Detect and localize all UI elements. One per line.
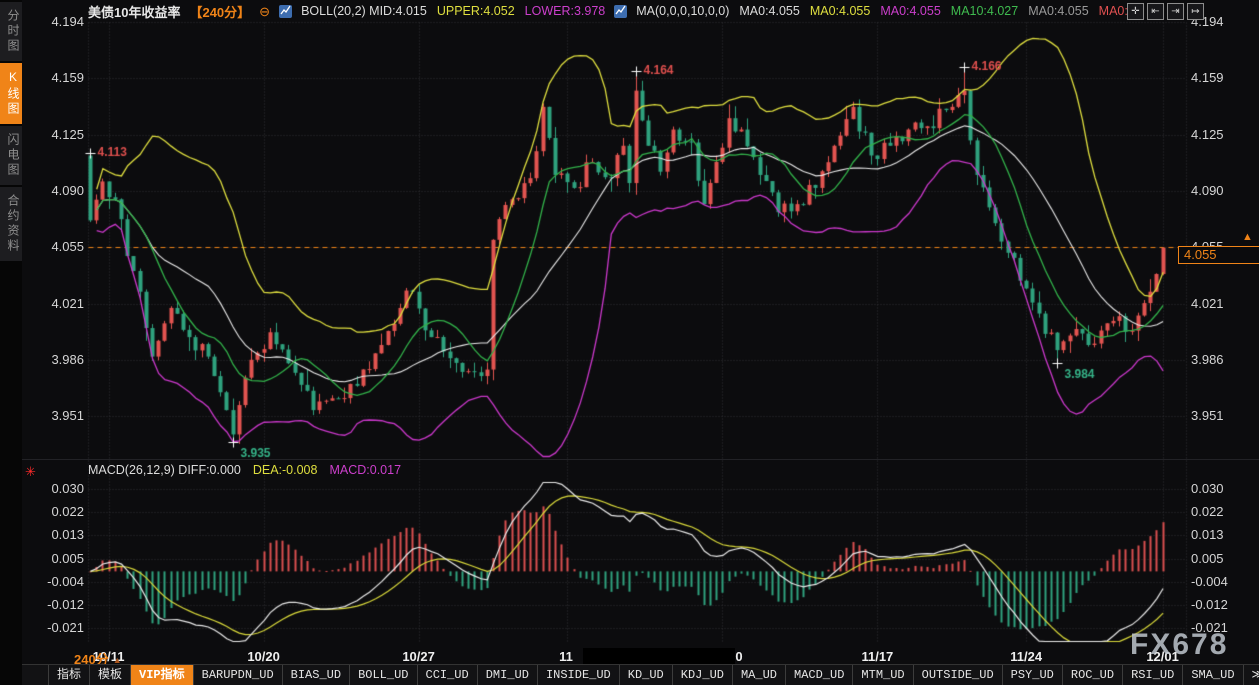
ma-value: MA0:4.055: [880, 4, 940, 18]
macd-marker-icon: ✳: [25, 464, 36, 480]
footer-tab-14[interactable]: MTM_UD: [853, 665, 913, 685]
price-axis-label: 4.194: [22, 14, 84, 29]
ma-value: MA0:4.055: [1028, 4, 1088, 18]
sidebar-item-1[interactable]: 分时图: [0, 2, 22, 61]
trading-app-window: 分时图K线图闪电图合约资料 美债10年收益率 【240分】 ⊖ BOLL(20,…: [0, 0, 1259, 685]
boll-value: BOLL(20,2) MID:4.015: [301, 4, 427, 18]
macd-axis-label: 0.022: [1191, 504, 1253, 519]
watermark: FX678: [1130, 628, 1228, 662]
sidebar-item-3[interactable]: 闪电图: [0, 126, 22, 185]
ma-value: MA0:4.055: [810, 4, 870, 18]
macd-axis-label: -0.004: [22, 574, 84, 589]
price-axis-label: 4.125: [1191, 127, 1253, 142]
price-axis-label: 4.055: [22, 239, 84, 254]
price-axis-label: 4.021: [22, 296, 84, 311]
price-axis-label: 3.986: [1191, 352, 1253, 367]
footer-tab-11[interactable]: KDJ_UD: [673, 665, 733, 685]
footer-tab-6[interactable]: BOLL_UD: [350, 665, 417, 685]
sidebar-item-4[interactable]: 合约资料: [0, 187, 22, 261]
price-axis-label: 3.951: [22, 408, 84, 423]
price-axis-label: 3.951: [1191, 408, 1253, 423]
macd-axis-label: -0.004: [1191, 574, 1253, 589]
macd-axis-label: 0.005: [1191, 551, 1253, 566]
date-axis-label: 10/20: [227, 649, 301, 664]
date-axis-label: 10/27: [382, 649, 456, 664]
macd-axis-label: 0.030: [1191, 481, 1253, 496]
macd-axis-label: 0.005: [22, 551, 84, 566]
footer-tab-20[interactable]: ≫: [1244, 665, 1259, 685]
date-axis-label: 11/17: [840, 649, 914, 664]
footer-tab-16[interactable]: PSY_UD: [1003, 665, 1063, 685]
price-axis-label: 4.090: [22, 183, 84, 198]
footer-tab-5[interactable]: BIAS_UD: [283, 665, 350, 685]
boll-value: UPPER:4.052: [437, 4, 515, 18]
macd-value: MACD:0.017: [329, 463, 401, 477]
price-axis-label: 3.986: [22, 352, 84, 367]
ma-value: MA(0,0,0,10,0,0): [636, 4, 729, 18]
chart-toolbar: ✛⇤⇥↦: [1124, 3, 1204, 20]
macd-axis-label: 0.030: [22, 481, 84, 496]
indicator-tab-bar: 指标模板VIP指标BARUPDN_UDBIAS_UDBOLL_UDCCI_UDD…: [22, 664, 1259, 685]
ma-value: MA10:4.027: [951, 4, 1018, 18]
macd-axis-label: -0.012: [1191, 597, 1253, 612]
footer-tab-7[interactable]: CCI_UD: [418, 665, 478, 685]
pane-divider[interactable]: [22, 459, 1259, 460]
chart-header: 美债10年收益率 【240分】 ⊖ BOLL(20,2) MID:4.015 UP…: [88, 3, 1128, 19]
footer-tab-15[interactable]: OUTSIDE_UD: [914, 665, 1003, 685]
date-axis-label: 11/24: [989, 649, 1063, 664]
compress-left-icon[interactable]: ⇤: [1147, 3, 1164, 20]
minus-circle-icon[interactable]: ⊖: [259, 5, 270, 18]
footer-tab-3[interactable]: VIP指标: [131, 665, 194, 685]
footer-tab-10[interactable]: KD_UD: [620, 665, 673, 685]
price-axis-label: 4.159: [1191, 70, 1253, 85]
price-axis-label: 4.090: [1191, 183, 1253, 198]
pan-tool-icon[interactable]: ✛: [1127, 3, 1144, 20]
footer-tab-4[interactable]: BARUPDN_UD: [194, 665, 283, 685]
indicator-chart-icon: [279, 5, 292, 18]
price-axis-label: 4.021: [1191, 296, 1253, 311]
macd-axis-label: 0.013: [1191, 527, 1253, 542]
sidebar: 分时图K线图闪电图合约资料: [0, 0, 22, 685]
macd-axis-label: 0.013: [22, 527, 84, 542]
sidebar-item-2[interactable]: K线图: [0, 63, 22, 124]
price-axis-label: 4.125: [22, 127, 84, 142]
macd-axis-label: -0.021: [22, 620, 84, 635]
shift-forward-icon[interactable]: ↦: [1187, 3, 1204, 20]
interval-label: 【240分】: [189, 2, 250, 21]
footer-tab-18[interactable]: RSI_UD: [1123, 665, 1183, 685]
macd-axis-label: 0.022: [22, 504, 84, 519]
footer-tab-19[interactable]: SMA_UD: [1183, 665, 1243, 685]
macd-axis-label: -0.012: [22, 597, 84, 612]
candlestick-chart[interactable]: [0, 0, 1259, 685]
footer-tab-12[interactable]: MA_UD: [733, 665, 786, 685]
footer-tab-13[interactable]: MACD_UD: [786, 665, 853, 685]
compress-right-icon[interactable]: ⇥: [1167, 3, 1184, 20]
symbol-title: 美债10年收益率: [88, 2, 180, 21]
footer-tab-2[interactable]: 模板: [90, 665, 131, 685]
ma-readout: MA(0,0,0,10,0,0) MA0:4.055 MA0:4.055 MA0:4.…: [636, 4, 1128, 18]
boll-readout: BOLL(20,2) MID:4.015 UPPER:4.052 LOWER:3.9…: [301, 4, 605, 18]
price-axis-label: 4.159: [22, 70, 84, 85]
footer-tab-1[interactable]: 指标: [48, 665, 90, 685]
footer-tab-8[interactable]: DMI_UD: [478, 665, 538, 685]
macd-value: DEA:-0.008: [253, 463, 318, 477]
footer-tab-17[interactable]: ROC_UD: [1063, 665, 1123, 685]
macd-header: MACD(26,12,9) DIFF:0.000 DEA:-0.008 MACD:0…: [88, 463, 401, 477]
macd-value: MACD(26,12,9) DIFF:0.000: [88, 463, 241, 477]
boll-value: LOWER:3.978: [525, 4, 606, 18]
indicator-chart-icon: [614, 5, 627, 18]
ma-value: MA0:4.055: [739, 4, 799, 18]
price-marker-icon: ▲: [1242, 231, 1253, 243]
last-price-box: 4.055: [1178, 246, 1259, 264]
footer-tab-9[interactable]: INSIDE_UD: [538, 665, 620, 685]
